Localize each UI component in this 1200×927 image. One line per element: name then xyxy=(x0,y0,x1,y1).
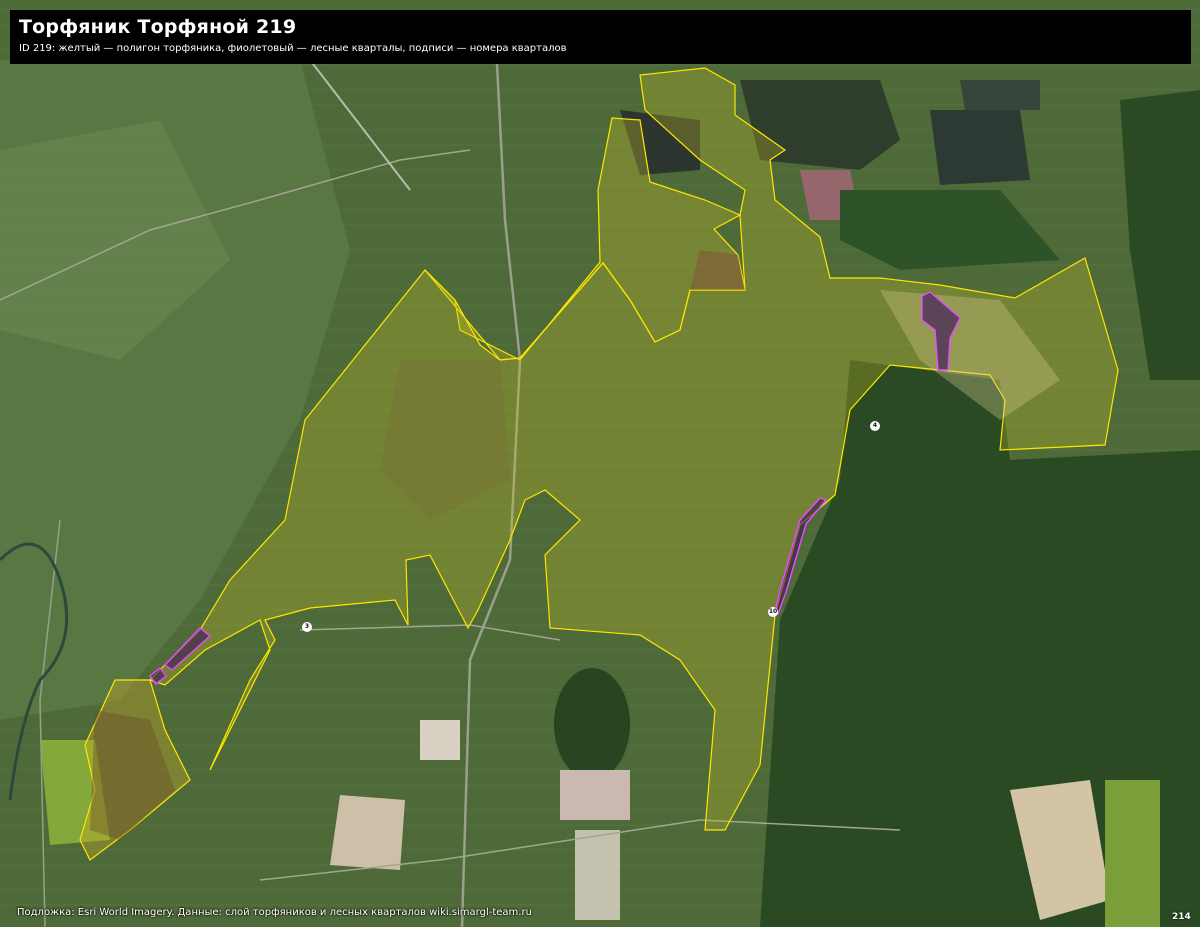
corner-quarter-label: 214 xyxy=(1172,912,1191,922)
map-title: Торфяник Торфяной 219 xyxy=(19,16,297,38)
quarter-label-4[interactable]: 4 xyxy=(870,421,880,431)
title-bar: Торфяник Торфяной 219 ID 219: желтый — п… xyxy=(10,10,1191,64)
quarter-label-3[interactable]: 3 xyxy=(302,622,312,632)
map-legend-subtitle: ID 219: желтый — полигон торфяника, фиол… xyxy=(19,43,567,54)
map-view[interactable]: 3 4 10 Торфяник Торфяной 219 ID 219: жел… xyxy=(0,0,1200,927)
satellite-basemap xyxy=(0,0,1200,927)
quarter-label-10[interactable]: 10 xyxy=(768,607,778,617)
attribution-text: Подложка: Esri World Imagery. Данные: сл… xyxy=(17,907,532,918)
